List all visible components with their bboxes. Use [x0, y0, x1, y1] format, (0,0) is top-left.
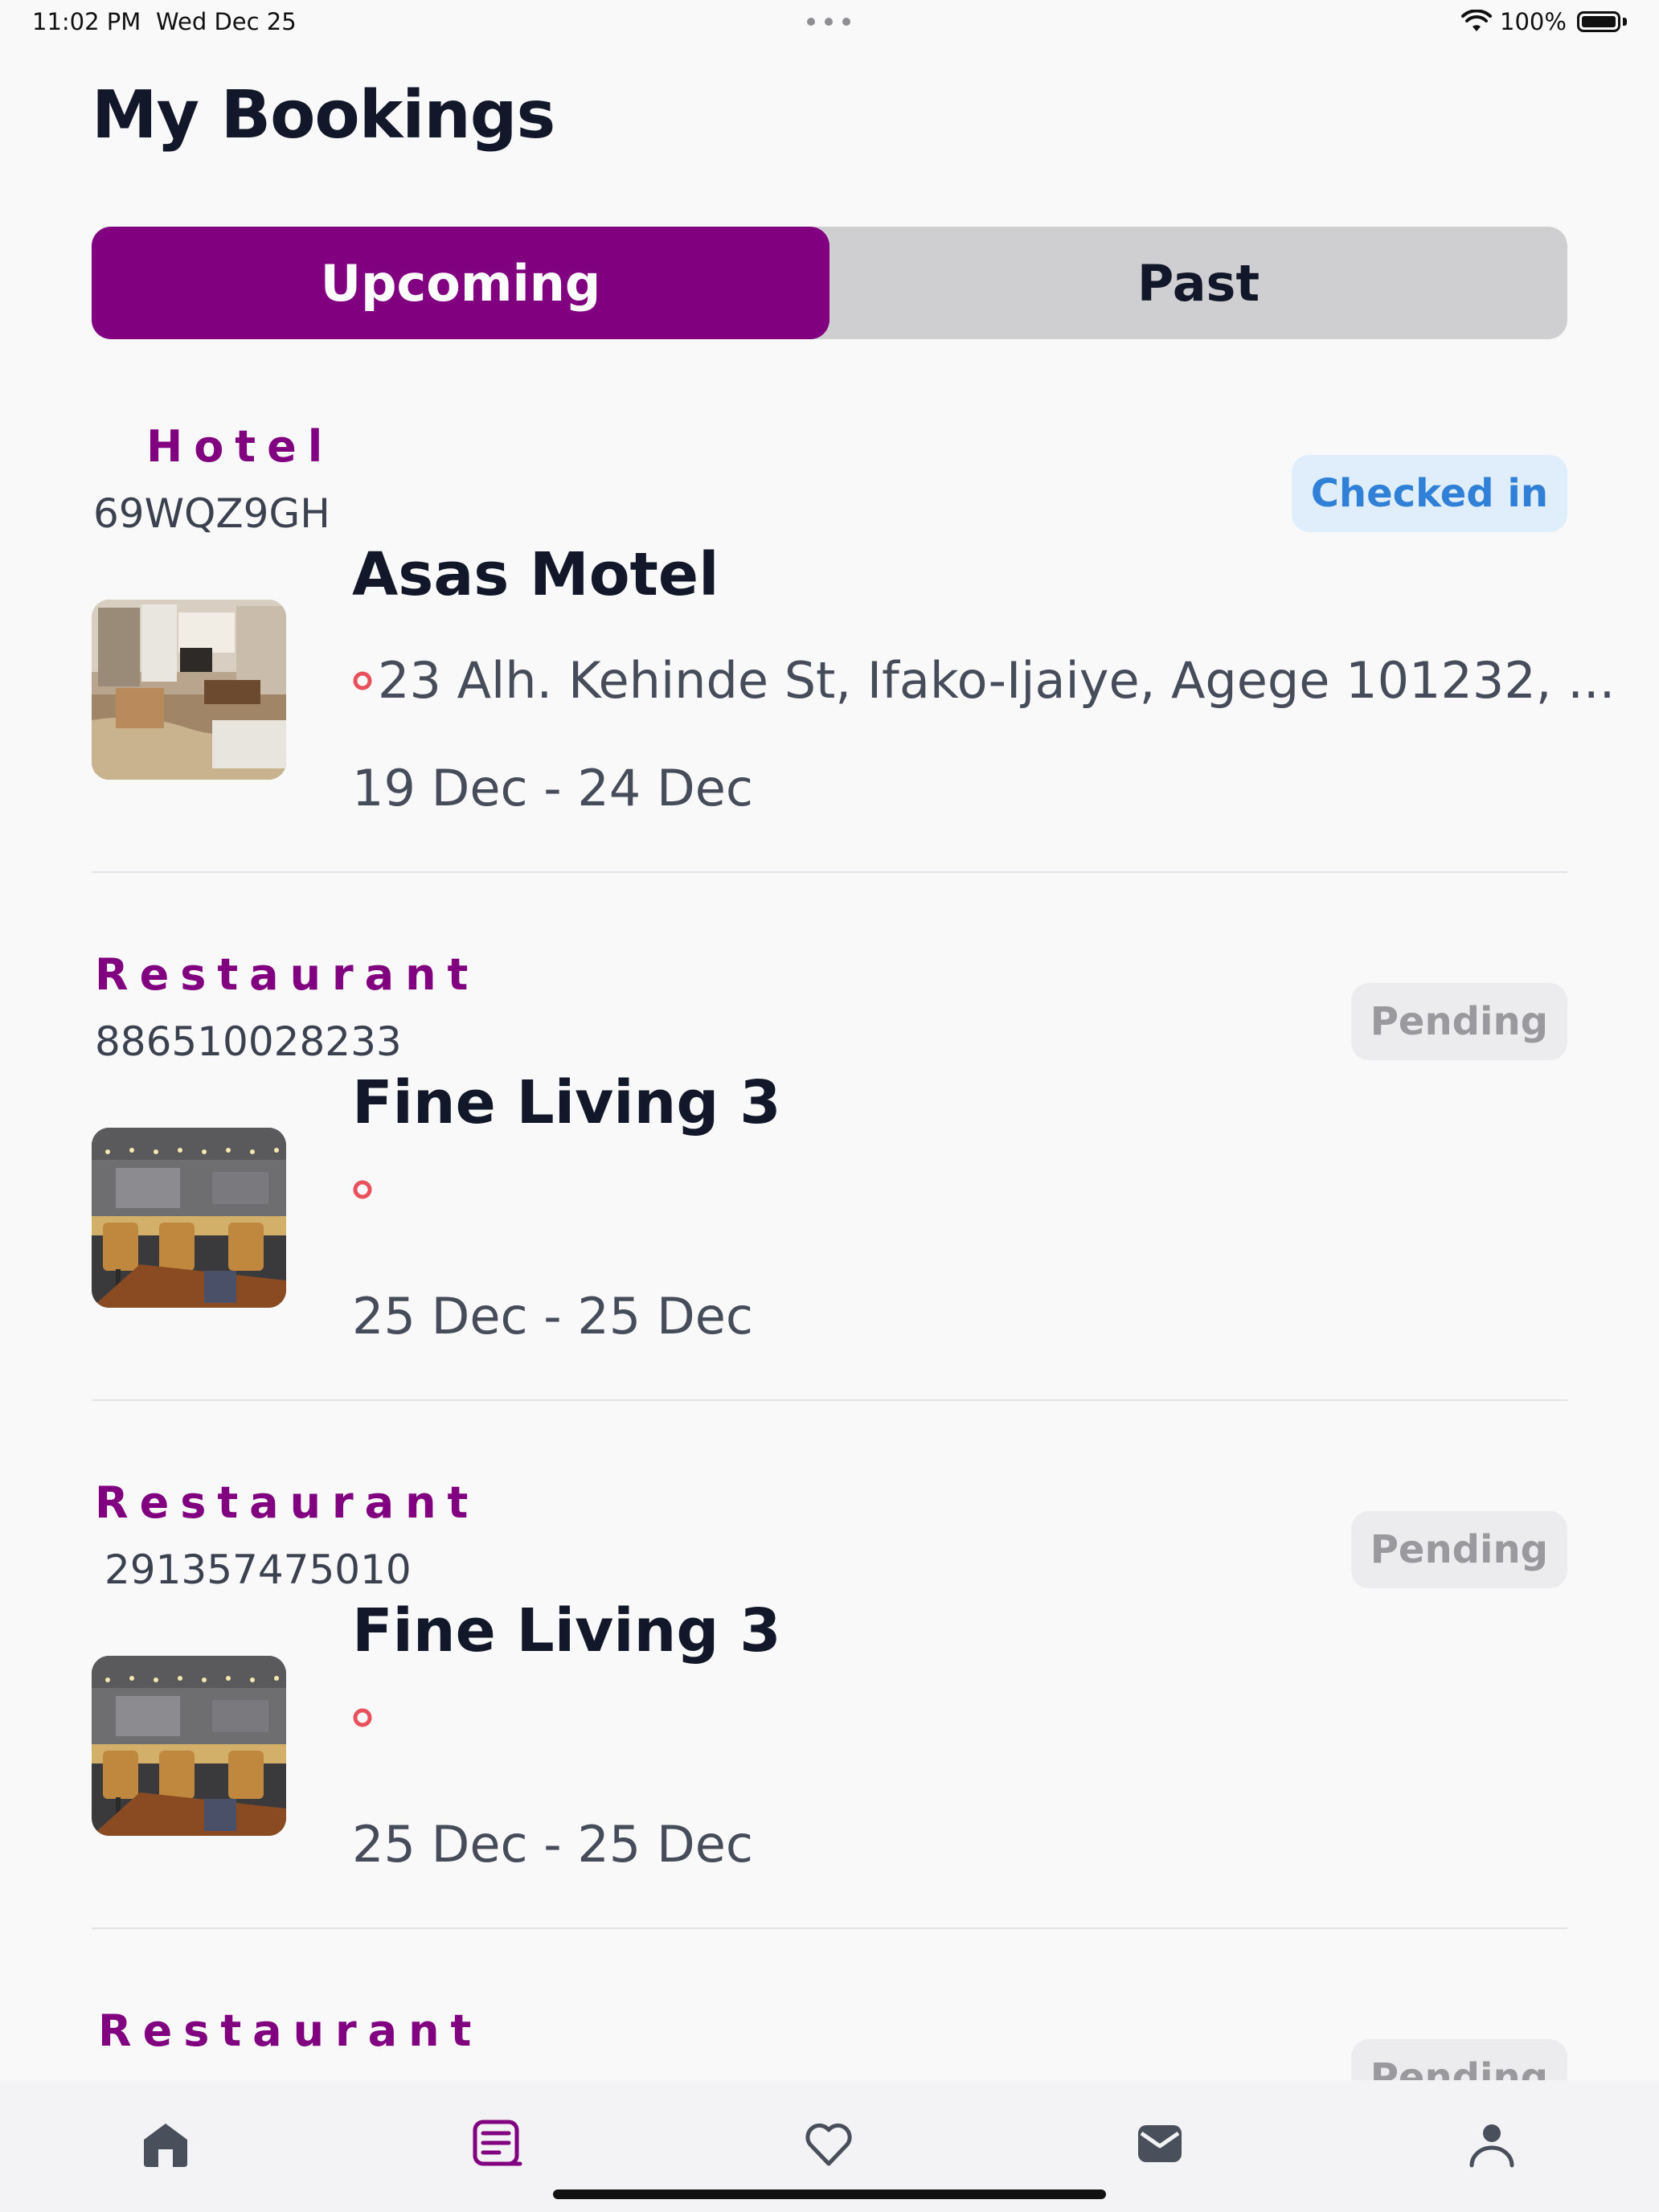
booking-card[interactable]: Restaurant 886510028233 Pending Fine Liv… [0, 930, 1659, 1459]
status-badge: Pending [1350, 983, 1567, 1060]
booking-dates: 19 Dec - 24 Dec [352, 759, 753, 817]
booking-card[interactable]: Restaurant 291357475010 Pending Fine Liv… [0, 1458, 1659, 1987]
booking-dates: 25 Dec - 25 Dec [352, 1287, 753, 1346]
booking-code: 69WQZ9GH [93, 490, 330, 537]
restaurant-bar-photo [92, 1128, 286, 1308]
tab-upcoming[interactable]: Upcoming [92, 227, 830, 339]
battery-icon [1577, 11, 1620, 32]
battery-cap [1623, 18, 1627, 26]
location-pin-icon [353, 1180, 372, 1199]
home-indicator[interactable] [553, 2189, 1106, 2199]
page-title: My Bookings [92, 77, 555, 154]
profile-icon[interactable] [1464, 2116, 1520, 2172]
inbox-icon[interactable] [1132, 2116, 1188, 2172]
location-pin-icon [353, 671, 372, 690]
bookings-icon[interactable] [469, 2116, 525, 2172]
booking-category: Restaurant [95, 1477, 480, 1528]
tab-past[interactable]: Past [830, 227, 1567, 339]
restaurant-bar-photo [92, 1656, 286, 1836]
booking-name: Asas Motel [352, 540, 719, 609]
battery-percent: 100% [1500, 8, 1567, 35]
status-badge: Pending [1350, 1511, 1567, 1588]
booking-address [352, 1707, 378, 1728]
booking-name: Fine Living 3 [352, 1068, 781, 1137]
status-bar: 11:02 PM Wed Dec 25 100% [0, 0, 1659, 45]
booking-card[interactable]: Hotel 69WQZ9GH Checked in Asas Motel 23 … [0, 402, 1659, 931]
booking-address [352, 1179, 378, 1200]
booking-tabs: Upcoming Past [92, 227, 1567, 339]
status-badge: Pending [1350, 2039, 1567, 2080]
booking-address: 23 Alh. Kehinde St, Ifako-Ijaiye, Agege … [352, 651, 1615, 710]
booking-dates: 25 Dec - 25 Dec [352, 1815, 753, 1874]
status-date: Wed Dec 25 [156, 8, 297, 35]
status-time: 11:02 PM [32, 8, 141, 35]
booking-name: Fine Living 3 [352, 1596, 781, 1665]
booking-category: Restaurant [98, 2005, 483, 2056]
booking-address-text: 23 Alh. Kehinde St, Ifako-Ijaiye, Agege … [378, 651, 1616, 710]
multitasking-dots-icon[interactable] [807, 18, 852, 26]
booking-category: Restaurant [95, 949, 480, 1000]
location-pin-icon [353, 1708, 372, 1727]
booking-category: Hotel [146, 421, 334, 472]
booking-card[interactable]: Restaurant Pending [0, 1986, 1659, 2080]
heart-icon[interactable] [801, 2116, 857, 2172]
divider [92, 871, 1567, 873]
booking-code: 291357475010 [104, 1546, 412, 1593]
divider [92, 1927, 1567, 1929]
home-icon[interactable] [137, 2116, 194, 2172]
hotel-room-photo [92, 600, 286, 780]
wifi-icon [1461, 10, 1492, 31]
divider [92, 1399, 1567, 1401]
booking-code: 886510028233 [95, 1018, 402, 1065]
status-badge: Checked in [1291, 455, 1567, 532]
